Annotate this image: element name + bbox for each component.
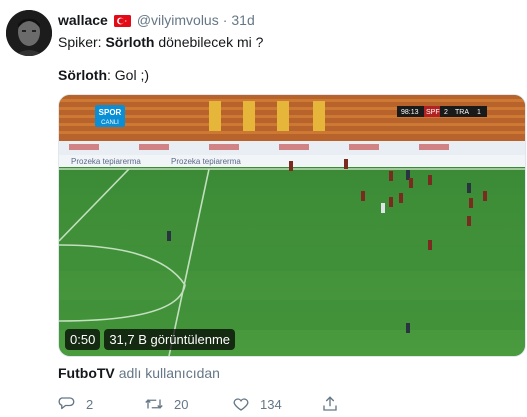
video-info-badges: 0:50 31,7 B görüntülenme xyxy=(65,329,236,350)
share-icon xyxy=(323,396,337,411)
tweet-header: wallace @vilyimvolus · 31d xyxy=(58,10,255,30)
broadcaster-logo-line1: SPOR xyxy=(99,108,122,117)
attribution-source-link[interactable]: FutboTV xyxy=(58,365,115,381)
heart-icon xyxy=(233,398,249,411)
tweet-text-bold: Sörloth xyxy=(58,67,107,83)
avatar-image xyxy=(6,10,52,56)
tweet-actions: 2 20 134 xyxy=(58,395,358,415)
board-ad-text: Prozeka tepiarerma xyxy=(171,157,241,166)
video-view-count: 31,7 B görüntülenme xyxy=(104,329,236,350)
like-count: 134 xyxy=(260,396,282,412)
turkey-flag-icon xyxy=(113,14,131,27)
tweet-text-suffix: : Gol ;) xyxy=(107,67,150,83)
share-button[interactable] xyxy=(321,395,349,413)
avatar[interactable] xyxy=(6,10,52,56)
scoreboard-home-score: 2 xyxy=(444,109,448,116)
like-button[interactable]: 134 xyxy=(232,395,282,413)
separator-dot: · xyxy=(222,12,228,28)
author-handle[interactable]: @vilyimvolus xyxy=(137,12,219,28)
tweet-card[interactable]: wallace @vilyimvolus · 31d Spiker: Sörlo… xyxy=(0,0,527,417)
tweet-text-line-1: Spiker: Sörloth dönebilecek mi ? xyxy=(58,34,263,50)
reply-count: 2 xyxy=(86,396,94,412)
reply-icon xyxy=(58,397,75,410)
retweet-count: 20 xyxy=(174,396,189,412)
author-name[interactable]: wallace xyxy=(58,12,108,28)
tweet-timestamp[interactable]: 31d xyxy=(231,12,254,28)
video-player[interactable]: Prozeka tepiarerma Prozeka tepiarerma SP… xyxy=(58,94,526,357)
broadcaster-logo-line2: CANLI xyxy=(101,120,119,126)
scoreboard-away-score: 1 xyxy=(477,109,481,116)
attribution-suffix: adlı kullanıcıdan xyxy=(118,365,220,381)
scoreboard-time: 98:13 xyxy=(401,109,419,116)
board-ad-text: Prozeka tepiarerma xyxy=(71,157,141,166)
video-duration: 0:50 xyxy=(65,329,101,350)
tweet-text-bold: Sörloth xyxy=(105,34,155,50)
scoreboard-home-team: SPF xyxy=(426,109,440,116)
reply-button[interactable]: 2 xyxy=(58,395,93,413)
video-attribution: FutboTV adlı kullanıcıdan xyxy=(58,365,220,381)
tweet-text-suffix: dönebilecek mi ? xyxy=(154,34,264,50)
scoreboard-away-team: TRA xyxy=(455,109,469,116)
tweet-text-prefix: Spiker: xyxy=(58,34,106,50)
retweet-button[interactable]: 20 xyxy=(144,395,188,413)
tweet-text-line-2: Sörloth: Gol ;) xyxy=(58,67,149,83)
retweet-icon xyxy=(145,399,163,409)
video-frame: Prozeka tepiarerma Prozeka tepiarerma SP… xyxy=(59,95,525,356)
